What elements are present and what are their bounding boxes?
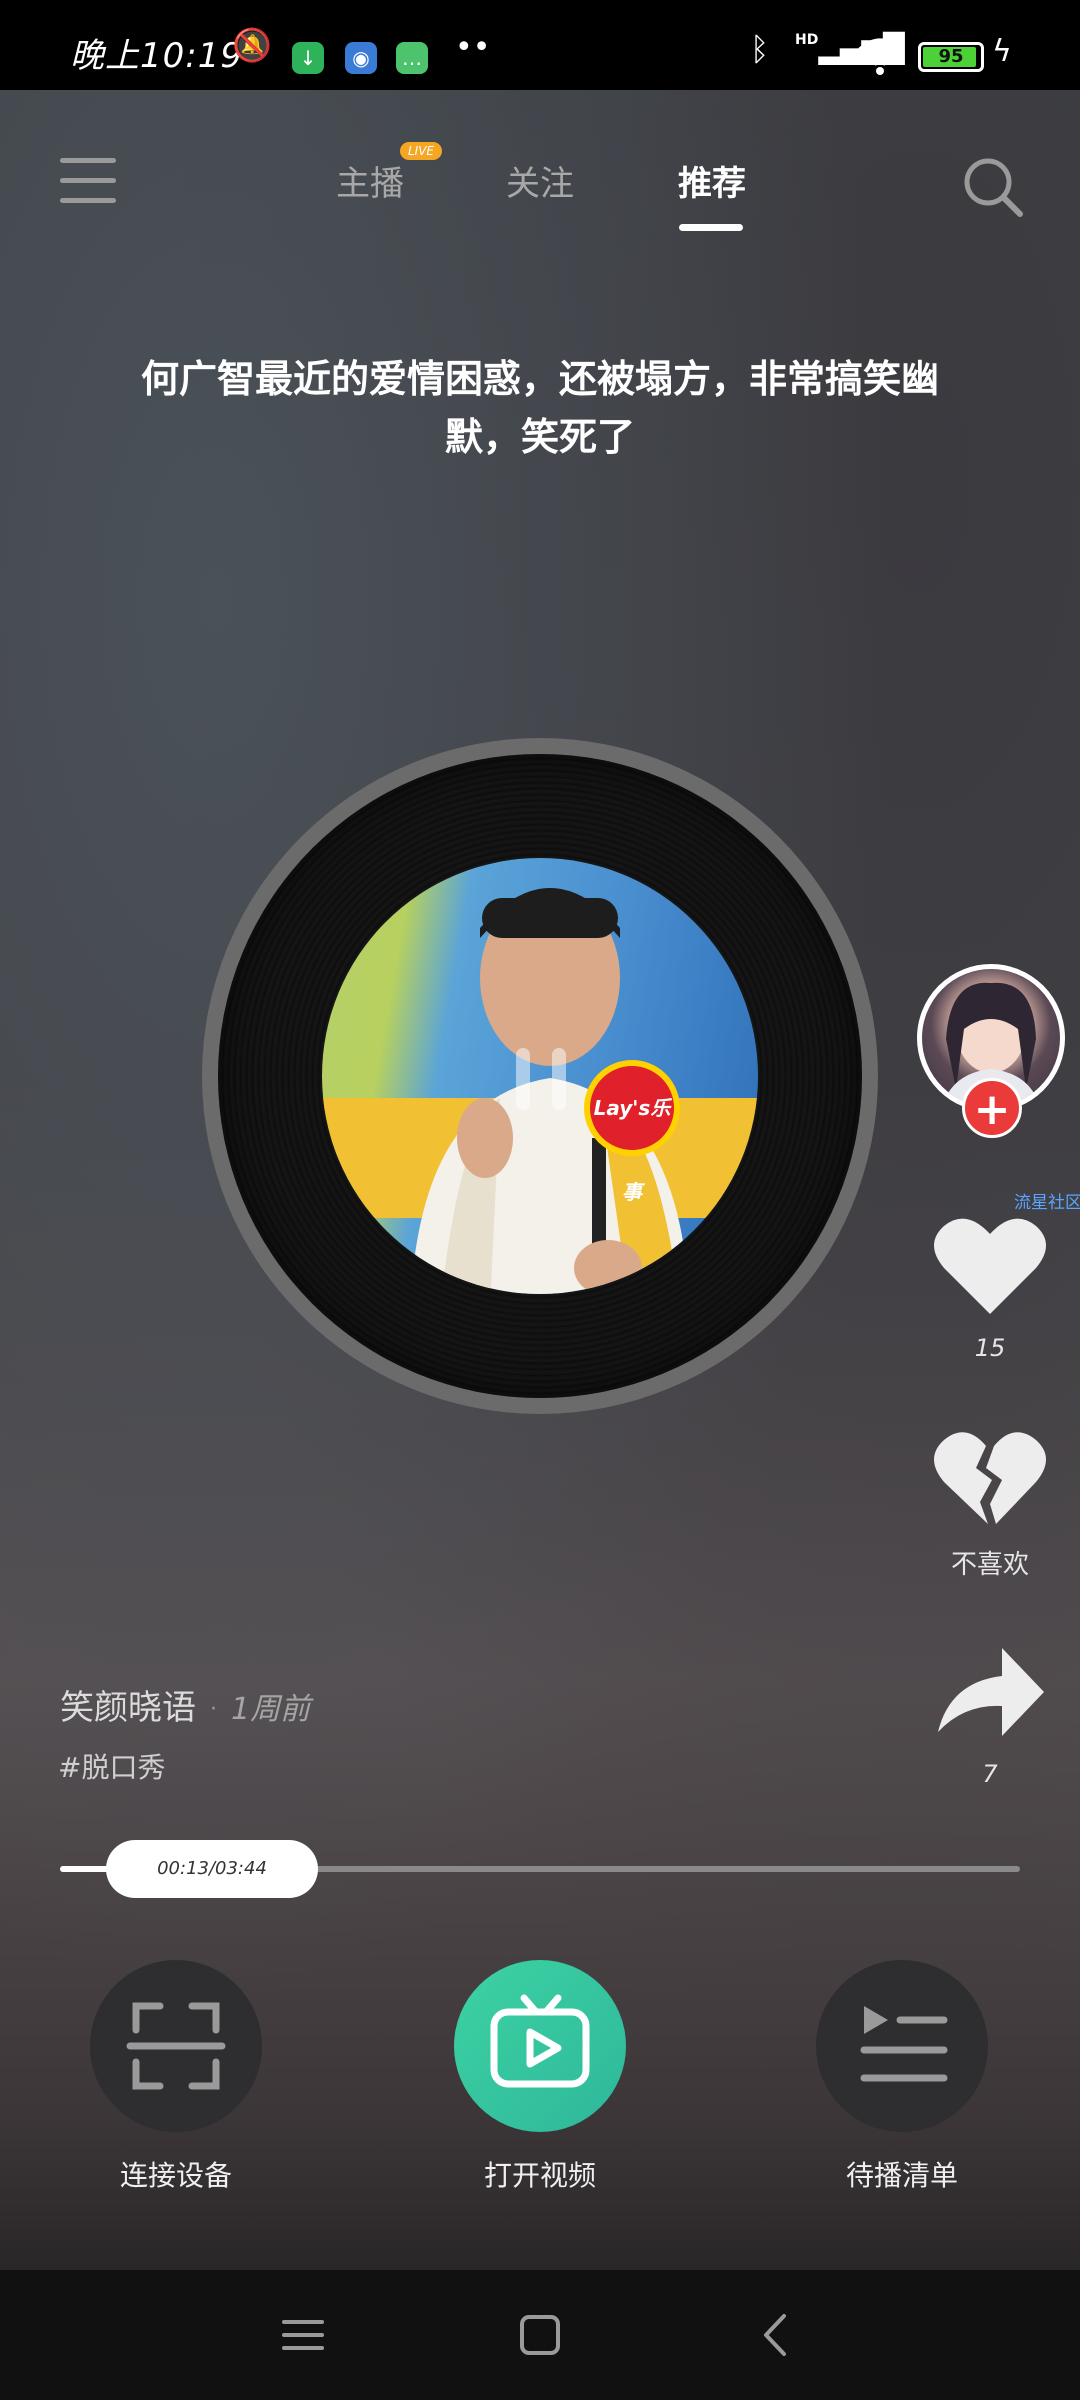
hamburger-menu-icon[interactable] (60, 158, 116, 204)
playlist-icon (860, 2006, 948, 2082)
recent-apps-icon[interactable] (276, 2308, 330, 2362)
play-queue-button[interactable] (816, 1960, 988, 2132)
charging-icon: ϟ (992, 34, 1012, 69)
wifi-icon (858, 38, 902, 75)
tab-recommended[interactable]: 推荐 (678, 156, 746, 205)
author-name[interactable]: 笑颜晓语 (60, 1688, 196, 1728)
live-badge: LIVE (400, 142, 443, 160)
dislike-label[interactable]: 不喜欢 (900, 1544, 1080, 1581)
search-icon[interactable] (962, 156, 1024, 218)
signal-hd-label: HD (795, 32, 819, 48)
browser-app-icon: ◉ (345, 42, 377, 74)
messages-app-icon: … (396, 42, 428, 74)
open-video-label: 打开视频 (483, 2159, 596, 2192)
home-icon[interactable] (513, 2308, 567, 2362)
post-time: 1周前 (231, 1692, 311, 1727)
heart-icon[interactable] (930, 1210, 1050, 1320)
share-count: 7 (982, 1760, 998, 1788)
pause-icon[interactable] (516, 1048, 566, 1110)
separator-dot: · (210, 1697, 217, 1722)
scan-frame-icon (126, 2002, 226, 2090)
download-app-icon: ↓ (292, 42, 324, 74)
connect-device-label: 连接设备 (119, 2159, 232, 2192)
progress-thumb[interactable]: 00:13/03:44 (106, 1840, 318, 1898)
bluetooth-icon: ᛒ (750, 30, 770, 68)
status-bar: 晚上10:19 🔕 ↓ ◉ … •• ᛒ HD▂▄▆█ 95 ϟ (0, 0, 1080, 90)
mute-icon: 🔕 (232, 26, 272, 64)
broken-heart-icon[interactable] (930, 1424, 1050, 1534)
status-time: 晚上10:19 (70, 36, 243, 76)
battery-level: 95 (938, 46, 964, 67)
active-tab-indicator (679, 224, 743, 231)
hashtag[interactable]: #脱口秀 (58, 1746, 165, 1786)
open-video-button[interactable] (454, 1960, 626, 2132)
tv-play-icon (490, 1994, 590, 2088)
screen: 晚上10:19 🔕 ↓ ◉ … •• ᛒ HD▂▄▆█ 95 ϟ 主播 LIVE… (0, 0, 1080, 2400)
share-icon[interactable] (930, 1642, 1050, 1752)
tab-anchor[interactable]: 主播 (336, 156, 404, 205)
more-dots-icon: •• (455, 30, 491, 65)
play-queue-label: 待播清单 (845, 2159, 958, 2192)
tab-following[interactable]: 关注 (506, 156, 574, 205)
follow-button[interactable]: + (962, 1078, 1022, 1138)
video-title: 何广智最近的爱情困惑，还被塌方，非常搞笑幽默，笑死了 (140, 357, 939, 459)
connect-device-button[interactable] (90, 1960, 262, 2132)
battery-icon: 95 (918, 42, 984, 72)
cover-brand-badge: Lay's乐事 (584, 1060, 680, 1204)
back-icon[interactable] (750, 2308, 804, 2362)
like-count: 15 (974, 1334, 1006, 1362)
author-line: 笑颜晓语 · 1周前 (60, 1680, 310, 1729)
